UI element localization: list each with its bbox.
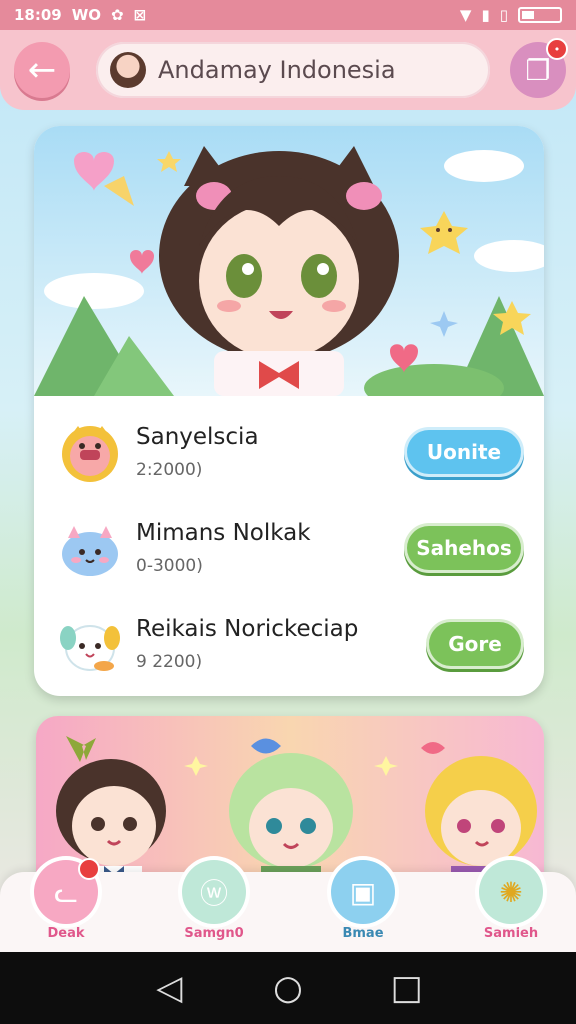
nav-label: Bmae <box>342 926 384 941</box>
cat-icon: ᓚ <box>34 858 100 924</box>
nav-item-deak[interactable]: ᓚ Deak <box>21 858 111 941</box>
list-item: Reikais Norickeciap 9 2200) Gore <box>34 596 544 692</box>
title-pill: Andamay Indonesia <box>96 42 490 98</box>
hero-illustration <box>34 126 544 396</box>
board-icon: ▣ <box>331 860 395 924</box>
wifi-icon: ▼ <box>459 6 472 24</box>
notification-icon: ✿ <box>111 6 124 24</box>
item-list: Sanyelscia 2:2000) Uonite Mimans Nolkak … <box>34 404 544 692</box>
item-subtitle: 9 2200) <box>136 652 203 672</box>
gear-icon: ✺ <box>479 860 543 924</box>
status-carrier: WO <box>71 6 102 24</box>
sim-icon: ▯ <box>499 6 508 24</box>
item-title: Sanyelscia <box>136 424 259 450</box>
notification-badge: • <box>546 38 568 60</box>
nav-label: Samieh <box>483 926 539 941</box>
top-bar: ← Andamay Indonesia ❐ • <box>0 30 576 110</box>
copy-icon: ❐ <box>525 53 551 87</box>
signal-icon: ▮ <box>481 6 490 24</box>
system-nav-bar: ◁ ○ □ <box>0 952 576 1024</box>
item-action-button[interactable]: Gore <box>426 619 524 669</box>
bottom-nav: ᓚ Deak ⓦ Samgn0 ▣ Bmae ✺ Samieh <box>0 858 576 952</box>
share-button[interactable]: ❐ • <box>510 38 568 98</box>
sun-mascot-icon <box>62 426 118 482</box>
bunny-icon: ⓦ <box>182 860 246 924</box>
notification-badge <box>78 858 100 880</box>
item-subtitle: 0-3000) <box>136 556 203 576</box>
item-subtitle: 2:2000) <box>136 460 203 480</box>
item-title: Reikais Norickeciap <box>136 616 359 642</box>
app-notification-icon: ⊠ <box>133 6 147 24</box>
home-circle-icon[interactable]: ○ <box>263 968 313 1008</box>
back-triangle-icon[interactable]: ◁ <box>144 968 194 1008</box>
status-time: 18:09 <box>14 6 62 24</box>
puppy-mascot-icon <box>60 625 120 671</box>
recents-square-icon[interactable]: □ <box>382 968 432 1008</box>
arrow-left-icon: ← <box>27 50 57 90</box>
battery-icon <box>518 7 562 23</box>
item-title: Mimans Nolkak <box>136 520 311 546</box>
back-button[interactable]: ← <box>14 42 70 98</box>
nav-item-bmae[interactable]: ▣ Bmae <box>318 860 408 941</box>
nav-item-samgn0[interactable]: ⓦ Samgn0 <box>169 860 259 941</box>
nav-label: Samgn0 <box>184 926 244 941</box>
page-title: Andamay Indonesia <box>158 56 396 84</box>
avatar <box>110 52 146 88</box>
status-bar: 18:09 WO ✿ ⊠ ▼ ▮ ▯ <box>0 0 576 30</box>
nav-item-samieh[interactable]: ✺ Samieh <box>466 860 556 941</box>
item-action-button[interactable]: Uonite <box>404 427 524 477</box>
list-item: Mimans Nolkak 0-3000) Sahehos <box>34 500 544 596</box>
slime-mascot-icon <box>62 526 118 576</box>
list-item: Sanyelscia 2:2000) Uonite <box>34 404 544 500</box>
item-action-button[interactable]: Sahehos <box>404 523 524 573</box>
hero-card: Sanyelscia 2:2000) Uonite Mimans Nolkak … <box>34 126 544 696</box>
nav-label: Deak <box>47 926 85 941</box>
